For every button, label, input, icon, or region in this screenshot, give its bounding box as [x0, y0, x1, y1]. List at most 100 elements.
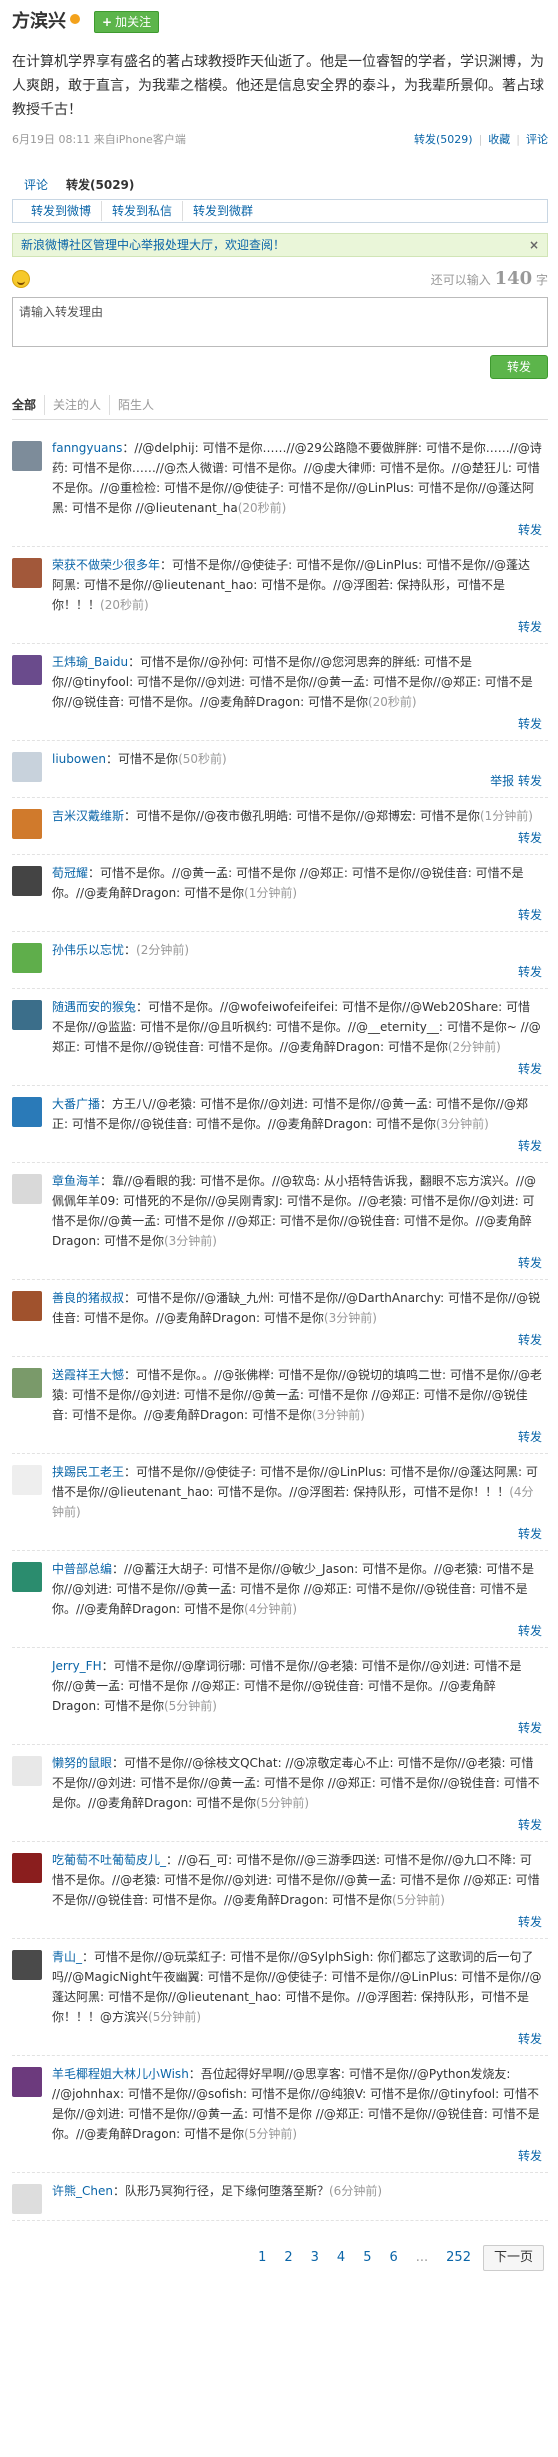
forward-action-link[interactable]: 转发 — [52, 1427, 542, 1447]
forward-action-link[interactable]: 转发 — [52, 1253, 542, 1273]
user-name-link[interactable]: 随遇而安的猴兔 — [52, 1000, 136, 1014]
tab-comment[interactable]: 评论 — [24, 175, 48, 195]
forward-text: ：靠//@看眼的我: 可惜不是你。//@软岛: 从小捂特告诉我，翻眼不忘方滨兴。… — [52, 1174, 536, 1248]
emoticon-picker-icon[interactable] — [12, 270, 30, 288]
notice-link[interactable]: 新浪微博社区管理中心举报处理大厅，欢迎查阅！ — [21, 235, 285, 255]
close-icon[interactable]: × — [529, 235, 539, 255]
user-name-link[interactable]: 大番广播 — [52, 1097, 100, 1111]
forward-action-link[interactable]: 转发 — [52, 962, 542, 982]
avatar[interactable] — [12, 1562, 42, 1592]
subtab-to-group[interactable]: 转发到微群 — [183, 201, 263, 221]
author-name[interactable]: 方滨兴 — [12, 12, 66, 32]
user-name-link[interactable]: 许熊_Chen — [52, 2184, 113, 2198]
forward-action-link[interactable]: 转发 — [52, 2029, 542, 2049]
page-4[interactable]: 4 — [331, 2248, 351, 2268]
avatar[interactable] — [12, 1000, 42, 1030]
avatar[interactable] — [12, 1756, 42, 1786]
avatar[interactable] — [12, 558, 42, 588]
post-comment-link[interactable]: 评论 — [526, 133, 548, 146]
page-last[interactable]: 252 — [440, 2248, 477, 2268]
post-favorite-link[interactable]: 收藏 — [488, 133, 510, 146]
user-name-link[interactable]: 吉米汉戴维斯 — [52, 809, 124, 823]
next-page-button[interactable]: 下一页 — [482, 2245, 544, 2271]
forward-action-link[interactable]: 转发 — [52, 714, 542, 734]
user-name-link[interactable]: 荣获不做荣少很多年 — [52, 558, 160, 572]
forward-action-link[interactable]: 转发 — [52, 1815, 542, 1835]
user-name-link[interactable]: 青山_ — [52, 1950, 82, 1964]
forward-body: 荀冠耀：可惜不是你。//@黄一孟: 可惜不是你 //@郑正: 可惜不是你//@锐… — [52, 863, 548, 925]
char-counter: 还可以输入 140 字 — [430, 267, 548, 289]
char-count: 140 — [494, 267, 533, 289]
avatar[interactable] — [12, 752, 42, 782]
forward-action-link[interactable]: 转发 — [52, 1136, 542, 1156]
avatar[interactable] — [12, 1097, 42, 1127]
user-name-link[interactable]: 孙伟乐以忘忧 — [52, 943, 124, 957]
forward-action-link[interactable]: 举报 转发 — [52, 771, 542, 791]
subtab-to-weibo[interactable]: 转发到微博 — [21, 201, 103, 221]
forward-action-link[interactable]: 转发 — [52, 617, 542, 637]
avatar[interactable] — [12, 1465, 42, 1495]
subtab-to-message[interactable]: 转发到私信 — [102, 201, 184, 221]
page-1[interactable]: 1 — [252, 2248, 272, 2268]
follow-button[interactable]: + 加关注 — [94, 11, 160, 33]
tab-forward[interactable]: 转发(5029) — [66, 175, 134, 195]
avatar[interactable] — [12, 2067, 42, 2097]
avatar[interactable] — [12, 2184, 42, 2214]
avatar[interactable] — [12, 1291, 42, 1321]
user-name-link[interactable]: liubowen — [52, 752, 106, 766]
forward-time: (20秒前) — [237, 501, 287, 515]
forward-time: (5分钟前) — [391, 1893, 445, 1907]
avatar[interactable] — [12, 866, 42, 896]
forward-action-link[interactable]: 转发 — [52, 828, 542, 848]
post-forward-link[interactable]: 转发(5029) — [414, 133, 473, 146]
user-name-link[interactable]: 荀冠耀 — [52, 866, 88, 880]
filter-strangers[interactable]: 陌生人 — [110, 395, 162, 415]
forward-time: (2分钟前) — [447, 1040, 501, 1054]
forward-body: 吉米汉戴维斯：可惜不是你//@夜市傲孔明皓: 可惜不是你//@郑博宏: 可惜不是… — [52, 806, 548, 848]
pagination: 1 2 3 4 5 6 ... 252 下一页 — [12, 2245, 548, 2271]
avatar[interactable] — [12, 441, 42, 471]
filter-all[interactable]: 全部 — [12, 395, 46, 415]
page-2[interactable]: 2 — [278, 2248, 298, 2268]
page-3[interactable]: 3 — [305, 2248, 325, 2268]
forward-destination-tabs: 转发到微博 转发到私信 转发到微群 — [12, 199, 548, 223]
forward-submit-button[interactable]: 转发 — [490, 355, 548, 379]
user-name-link[interactable]: 善良的猪叔叔 — [52, 1291, 124, 1305]
verified-icon — [70, 14, 80, 24]
avatar[interactable] — [12, 1659, 42, 1689]
avatar[interactable] — [12, 1368, 42, 1398]
forward-reason-input[interactable]: 请输入转发理由 — [12, 297, 548, 347]
user-name-link[interactable]: 羊毛椰程姐大林儿小Wish — [52, 2067, 189, 2081]
forward-action-link[interactable]: 转发 — [52, 520, 542, 540]
forward-action-link[interactable]: 转发 — [52, 2146, 542, 2166]
user-name-link[interactable]: 懒努的鼠眼 — [52, 1756, 112, 1770]
forward-action-link[interactable]: 转发 — [52, 1059, 542, 1079]
user-name-link[interactable]: 王炜瑜_Baidu — [52, 655, 128, 669]
user-name-link[interactable]: Jerry_FH — [52, 1659, 102, 1673]
user-name-link[interactable]: 送霞祥王大憾 — [52, 1368, 124, 1382]
forward-action-link[interactable]: 转发 — [52, 905, 542, 925]
page-6[interactable]: 6 — [383, 2248, 403, 2268]
avatar[interactable] — [12, 809, 42, 839]
user-name-link[interactable]: 吃葡萄不吐葡萄皮儿_ — [52, 1853, 166, 1867]
page-5[interactable]: 5 — [357, 2248, 377, 2268]
avatar[interactable] — [12, 943, 42, 973]
forward-item: 孙伟乐以忘忧：(2分钟前) 转发 — [12, 932, 548, 989]
forward-body: 挟踢民工老王：可惜不是你//@使徒子: 可惜不是你//@LinPlus: 可惜不… — [52, 1462, 548, 1544]
avatar[interactable] — [12, 1950, 42, 1980]
user-name-link[interactable]: 挟踢民工老王 — [52, 1465, 124, 1479]
avatar[interactable] — [12, 1174, 42, 1204]
filter-following[interactable]: 关注的人 — [45, 395, 111, 415]
avatar[interactable] — [12, 1853, 42, 1883]
forward-action-link[interactable]: 转发 — [52, 1621, 542, 1641]
forward-action-link[interactable]: 转发 — [52, 1524, 542, 1544]
forward-action-link[interactable]: 转发 — [52, 1718, 542, 1738]
forward-time: (20秒前) — [367, 695, 417, 709]
user-name-link[interactable]: 章鱼海羊 — [52, 1174, 100, 1188]
post-header: 方滨兴 + 加关注 — [12, 8, 548, 36]
forward-action-link[interactable]: 转发 — [52, 1912, 542, 1932]
avatar[interactable] — [12, 655, 42, 685]
user-name-link[interactable]: fanngyuans — [52, 441, 122, 455]
forward-action-link[interactable]: 转发 — [52, 1330, 542, 1350]
user-name-link[interactable]: 中普部总编 — [52, 1562, 112, 1576]
